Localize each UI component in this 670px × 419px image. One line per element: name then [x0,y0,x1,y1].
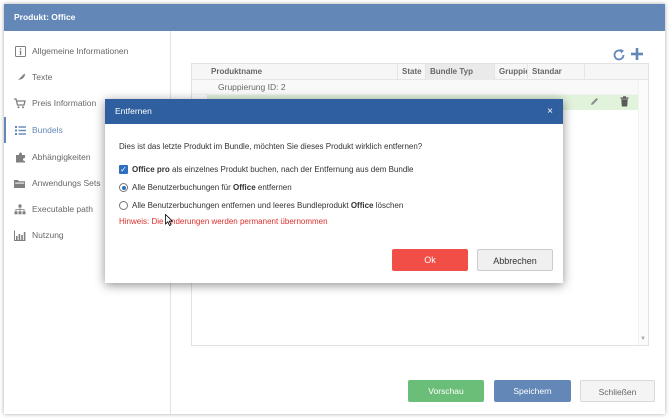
mouse-cursor-icon [165,214,173,226]
screen: Produkt: Office Allgemeine Informationen… [0,0,670,419]
cancel-button[interactable]: Abbrechen [477,249,553,271]
book-single-checkbox[interactable]: ✓ [119,165,128,174]
remove-user-bookings-radio[interactable] [119,183,128,192]
ok-button[interactable]: Ok [392,249,468,271]
dialog-question: Dies ist das letzte Produkt im Bundle, m… [119,142,423,151]
delete-bundle-radio[interactable] [119,201,128,210]
dialog-title: Entfernen [105,99,563,124]
remove-user-bookings-label[interactable]: Alle Benutzerbuchungen für Office entfer… [132,183,292,192]
book-single-label[interactable]: Office pro als einzelnes Produkt buchen,… [132,165,414,174]
dialog-close-icon[interactable]: × [547,99,553,124]
dialog-hint: Hinweis: Die Änderungen werden permanent… [119,217,328,226]
delete-bundle-label[interactable]: Alle Benutzerbuchungen entfernen und lee… [132,201,403,210]
remove-dialog: Entfernen × Dies ist das letzte Produkt … [105,99,563,283]
